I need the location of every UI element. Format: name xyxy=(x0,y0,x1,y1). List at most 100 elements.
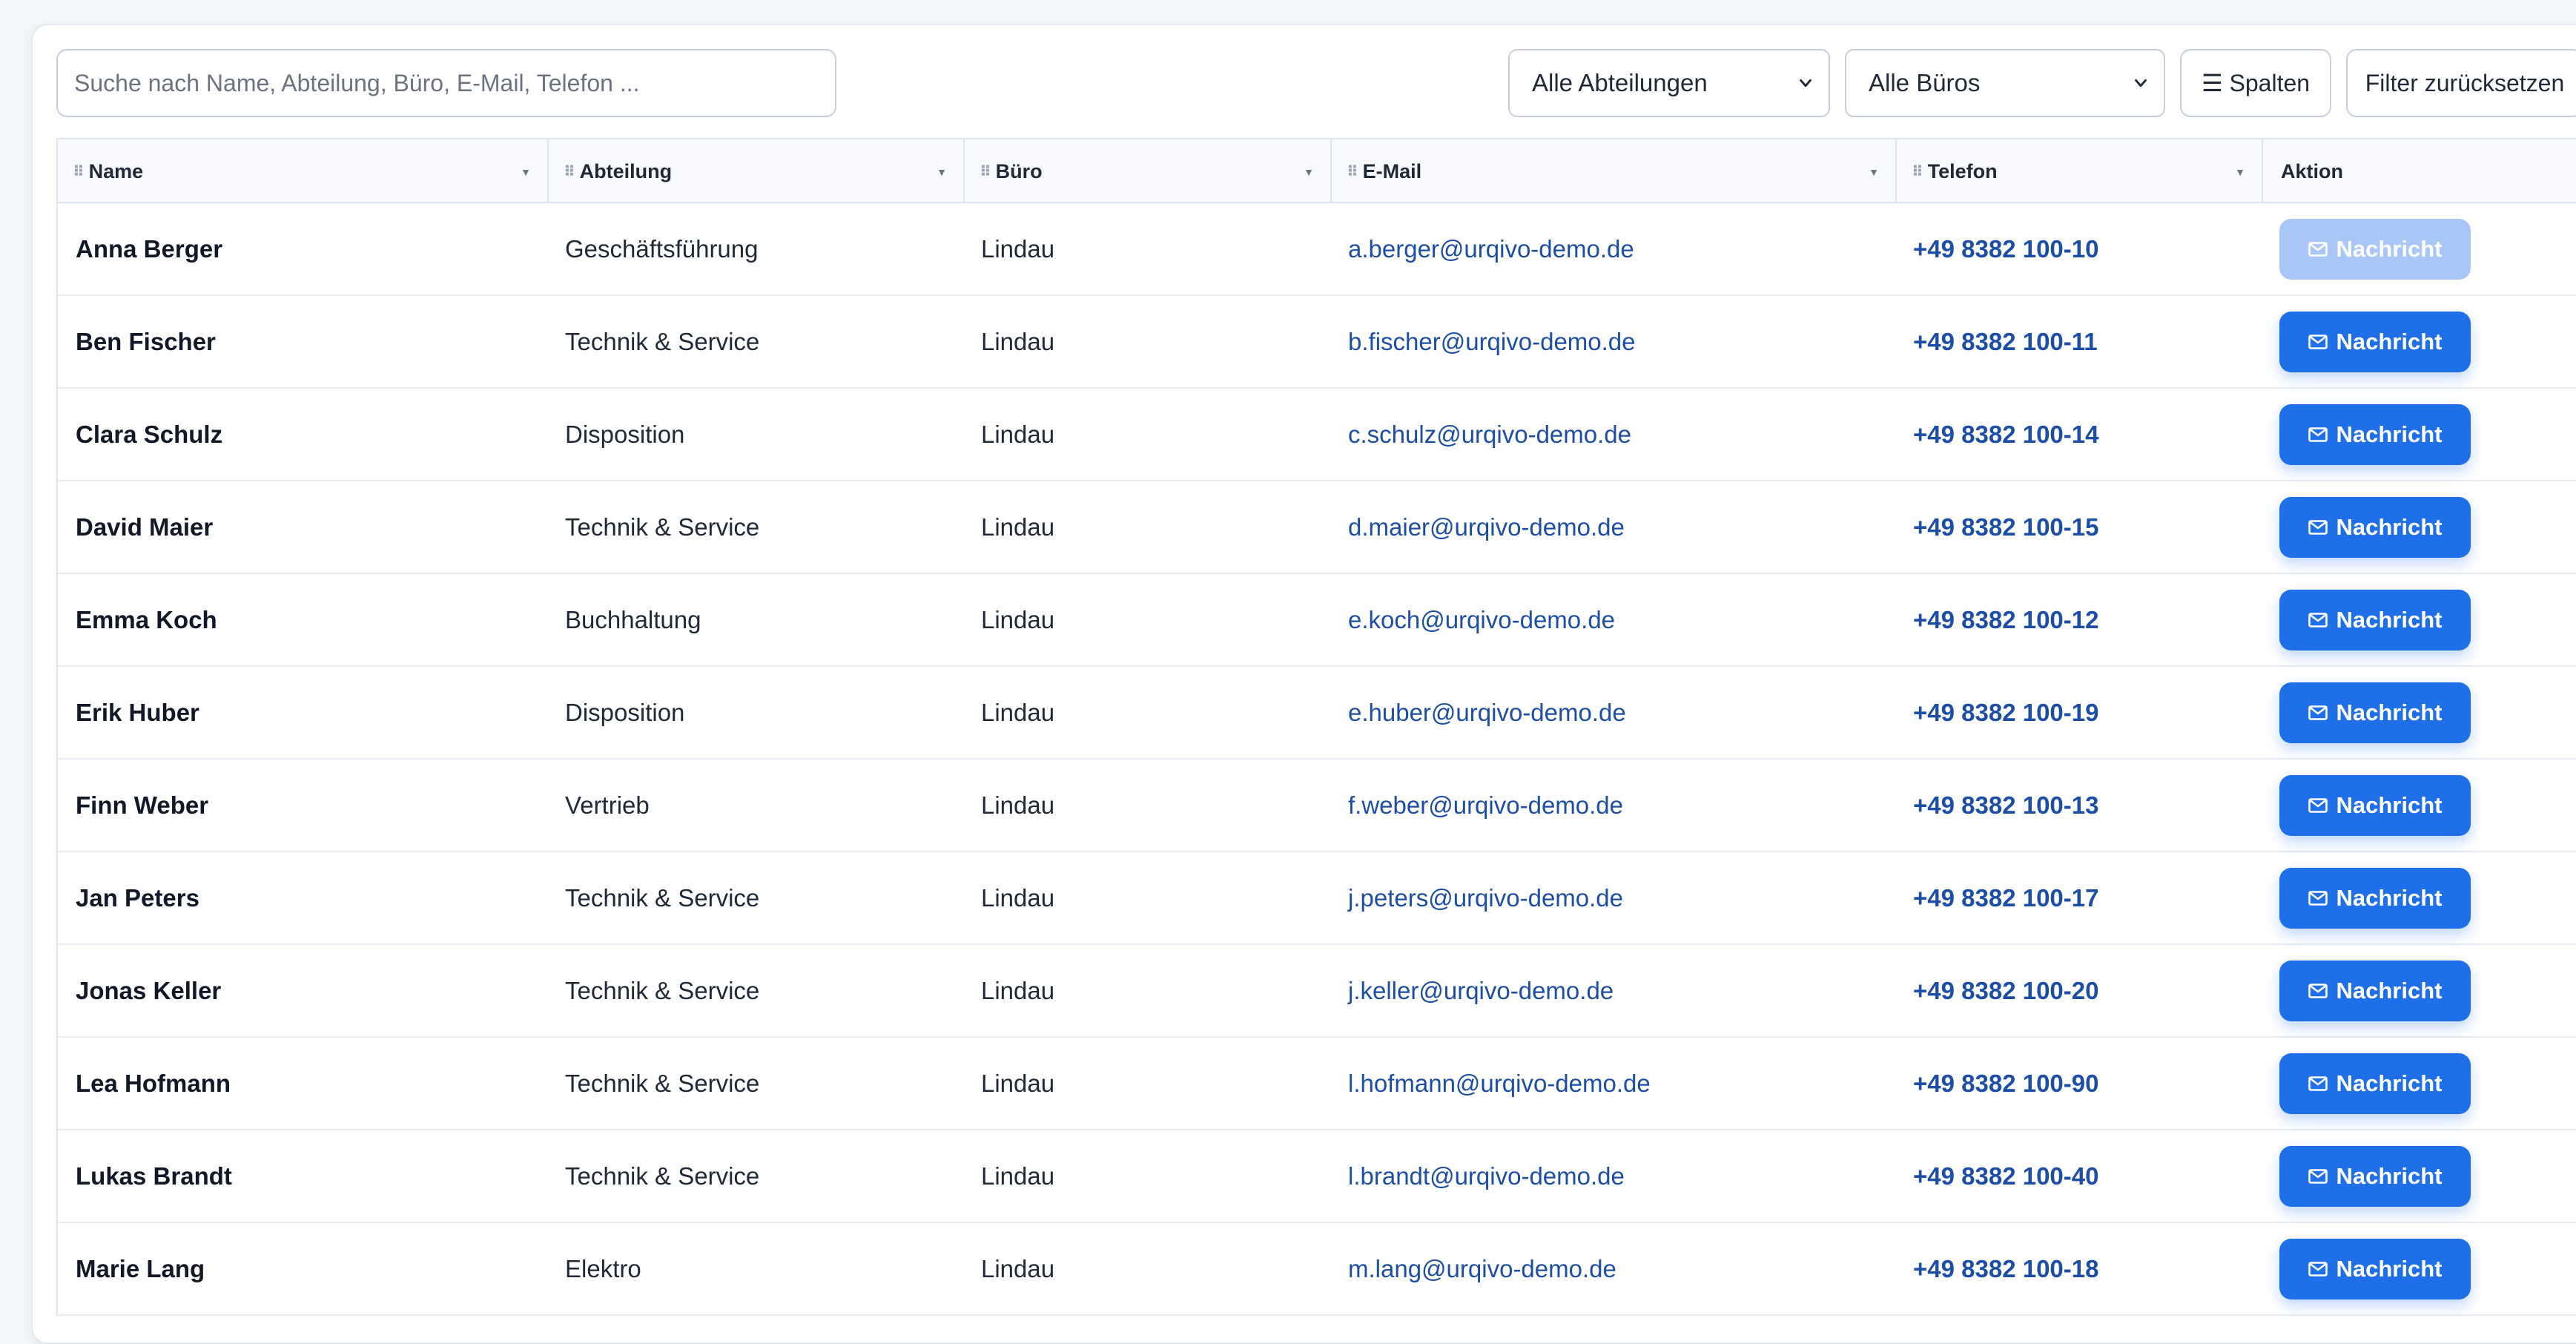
employee-email-link[interactable]: a.berger@urqivo-demo.de xyxy=(1348,203,1634,295)
drag-handle-icon[interactable]: ⠿ xyxy=(73,162,85,181)
drag-handle-icon[interactable]: ⠿ xyxy=(1347,162,1358,181)
employee-phone-link[interactable]: +49 8382 100-10 xyxy=(1913,203,2098,295)
employee-department: Technik & Service xyxy=(565,977,760,1004)
column-header-label: Aktion xyxy=(2281,159,2343,182)
message-button[interactable]: Nachricht xyxy=(2279,590,2471,650)
message-button-label: Nachricht xyxy=(2336,607,2443,633)
reset-filters-button[interactable]: Filter zurücksetzen xyxy=(2346,49,2576,117)
employee-office: Lindau xyxy=(981,328,1055,355)
employee-name: Marie Lang xyxy=(76,1255,205,1282)
envelope-icon xyxy=(2308,242,2328,257)
employee-phone-link[interactable]: +49 8382 100-11 xyxy=(1913,296,2098,388)
department-select[interactable]: Alle Abteilungen xyxy=(1508,49,1830,117)
table-row: Finn Weber Vertrieb Lindau f.weber@urqiv… xyxy=(58,760,2576,852)
message-button-label: Nachricht xyxy=(2336,1256,2443,1282)
search-input[interactable] xyxy=(56,49,836,117)
employee-phone-link[interactable]: +49 8382 100-12 xyxy=(1913,574,2098,666)
employee-office: Lindau xyxy=(981,1255,1055,1282)
employee-department: Technik & Service xyxy=(565,328,760,355)
table-row: Ben Fischer Technik & Service Lindau b.f… xyxy=(58,296,2576,389)
employee-phone-link[interactable]: +49 8382 100-40 xyxy=(1913,1130,2098,1222)
employee-name: Finn Weber xyxy=(76,791,209,819)
drag-handle-icon[interactable]: ⠿ xyxy=(980,162,991,181)
message-button-label: Nachricht xyxy=(2336,699,2443,725)
action-cell: Nachricht xyxy=(2279,1038,2471,1130)
table-row: Jan Peters Technik & Service Lindau j.pe… xyxy=(58,852,2576,945)
employee-office: Lindau xyxy=(981,699,1055,726)
employee-phone-link[interactable]: +49 8382 100-20 xyxy=(1913,945,2098,1037)
column-header-office[interactable]: ⠿ Büro ▼ xyxy=(965,139,1332,203)
employee-email-link[interactable]: j.peters@urqivo-demo.de xyxy=(1348,852,1623,944)
office-select[interactable]: Alle Büros xyxy=(1845,49,2165,117)
action-cell: Nachricht xyxy=(2279,1223,2471,1315)
envelope-icon xyxy=(2308,705,2328,720)
column-header-department[interactable]: ⠿ Abteilung ▼ xyxy=(549,139,965,203)
column-header-name[interactable]: ⠿ Name ▼ xyxy=(58,139,549,203)
sort-caret-icon[interactable]: ▼ xyxy=(1869,166,1879,178)
sort-caret-icon[interactable]: ▼ xyxy=(521,166,531,178)
table-row: Emma Koch Buchhaltung Lindau e.koch@urqi… xyxy=(58,574,2576,667)
employee-email-link[interactable]: b.fischer@urqivo-demo.de xyxy=(1348,296,1636,388)
column-header-email[interactable]: ⠿ E-Mail ▼ xyxy=(1332,139,1897,203)
sort-caret-icon[interactable]: ▼ xyxy=(2235,166,2245,178)
table-row: David Maier Technik & Service Lindau d.m… xyxy=(58,481,2576,574)
message-button-label: Nachricht xyxy=(2336,421,2443,447)
columns-button[interactable]: ☰ Spalten xyxy=(2180,49,2331,117)
employee-name: Lea Hofmann xyxy=(76,1070,231,1097)
column-header-phone[interactable]: ⠿ Telefon ▼ xyxy=(1897,139,2263,203)
message-button[interactable]: Nachricht xyxy=(2279,682,2471,743)
employee-name: Jonas Keller xyxy=(76,977,222,1004)
message-button[interactable]: Nachricht xyxy=(2279,404,2471,465)
employee-email-link[interactable]: e.huber@urqivo-demo.de xyxy=(1348,667,1626,759)
employee-directory-card: Alle Abteilungen Alle Büros ☰ Spalten Fi… xyxy=(31,24,2576,1344)
column-header-label: Telefon xyxy=(1927,159,1998,182)
employee-email-link[interactable]: m.lang@urqivo-demo.de xyxy=(1348,1223,1616,1315)
employee-phone-link[interactable]: +49 8382 100-18 xyxy=(1913,1223,2098,1315)
employee-phone-link[interactable]: +49 8382 100-15 xyxy=(1913,481,2098,573)
employee-phone-link[interactable]: +49 8382 100-17 xyxy=(1913,852,2098,944)
sort-caret-icon[interactable]: ▼ xyxy=(1304,166,1314,178)
envelope-icon xyxy=(2308,984,2328,998)
message-button-label: Nachricht xyxy=(2336,1070,2443,1096)
action-cell: Nachricht xyxy=(2279,667,2471,759)
message-button-label: Nachricht xyxy=(2336,329,2443,355)
table-row: Anna Berger Geschäftsführung Lindau a.be… xyxy=(58,203,2576,296)
employee-phone-link[interactable]: +49 8382 100-13 xyxy=(1913,760,2098,851)
employee-phone-link[interactable]: +49 8382 100-19 xyxy=(1913,667,2098,759)
employee-email-link[interactable]: l.brandt@urqivo-demo.de xyxy=(1348,1130,1625,1222)
employee-phone-link[interactable]: +49 8382 100-14 xyxy=(1913,389,2098,481)
employee-email-link[interactable]: f.weber@urqivo-demo.de xyxy=(1348,760,1623,851)
employee-name: Ben Fischer xyxy=(76,328,216,355)
action-cell: Nachricht xyxy=(2279,481,2471,573)
employee-office: Lindau xyxy=(981,421,1055,448)
employee-email-link[interactable]: d.maier@urqivo-demo.de xyxy=(1348,481,1625,573)
envelope-icon xyxy=(2308,520,2328,535)
employee-email-link[interactable]: c.schulz@urqivo-demo.de xyxy=(1348,389,1631,481)
envelope-icon xyxy=(2308,891,2328,906)
message-button[interactable]: Nachricht xyxy=(2279,961,2471,1021)
employee-department: Buchhaltung xyxy=(565,606,701,633)
employee-department: Technik & Service xyxy=(565,1070,760,1097)
message-button[interactable]: Nachricht xyxy=(2279,219,2471,280)
employee-phone-link[interactable]: +49 8382 100-90 xyxy=(1913,1038,2098,1130)
message-button[interactable]: Nachricht xyxy=(2279,775,2471,836)
message-button[interactable]: Nachricht xyxy=(2279,868,2471,929)
employee-email-link[interactable]: e.koch@urqivo-demo.de xyxy=(1348,574,1615,666)
sort-caret-icon[interactable]: ▼ xyxy=(937,166,947,178)
drag-handle-icon[interactable]: ⠿ xyxy=(564,162,575,181)
message-button[interactable]: Nachricht xyxy=(2279,1146,2471,1207)
message-button[interactable]: Nachricht xyxy=(2279,1053,2471,1114)
action-cell: Nachricht xyxy=(2279,574,2471,666)
employee-department: Vertrieb xyxy=(565,791,650,819)
action-cell: Nachricht xyxy=(2279,1130,2471,1222)
employee-name: Jan Peters xyxy=(76,884,199,912)
employee-email-link[interactable]: j.keller@urqivo-demo.de xyxy=(1348,945,1614,1037)
table-row: Lukas Brandt Technik & Service Lindau l.… xyxy=(58,1130,2576,1223)
message-button[interactable]: Nachricht xyxy=(2279,1239,2471,1299)
drag-handle-icon[interactable]: ⠿ xyxy=(1912,162,1923,181)
message-button-label: Nachricht xyxy=(2336,885,2443,911)
employee-email-link[interactable]: l.hofmann@urqivo-demo.de xyxy=(1348,1038,1651,1130)
message-button[interactable]: Nachricht xyxy=(2279,312,2471,372)
message-button-label: Nachricht xyxy=(2336,514,2443,540)
message-button[interactable]: Nachricht xyxy=(2279,497,2471,558)
